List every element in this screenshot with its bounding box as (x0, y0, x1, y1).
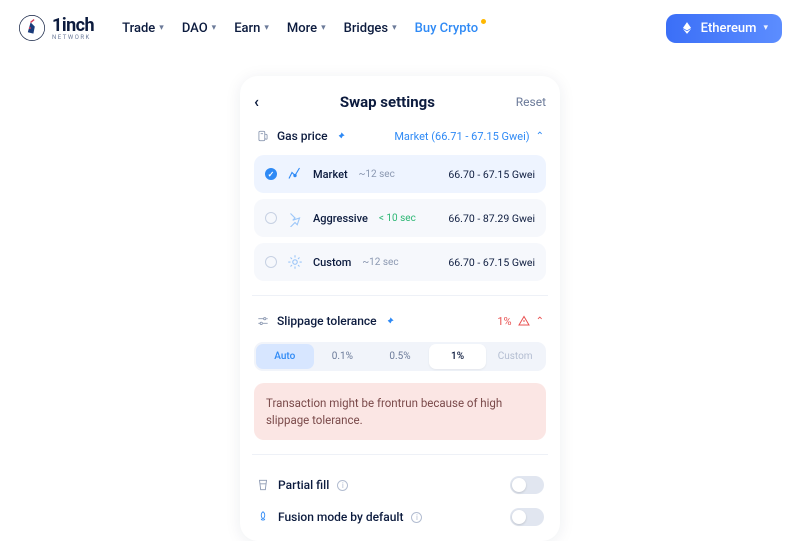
custom-icon (286, 253, 304, 271)
partial-fill-label: Partial fill (278, 478, 329, 492)
brand-logo[interactable]: 1inch NETWORK (18, 14, 94, 42)
panel-title: Swap settings (340, 93, 435, 111)
partial-fill-toggle[interactable] (510, 476, 544, 494)
nav-bridges[interactable]: Bridges▾ (344, 21, 397, 36)
slippage-0-1[interactable]: 0.1% (314, 344, 372, 369)
chevron-down-icon: ▾ (321, 23, 326, 33)
fusion-mode-label: Fusion mode by default (278, 510, 403, 524)
divider (252, 454, 548, 455)
sliders-icon (256, 314, 270, 328)
nav-dao[interactable]: DAO▾ (182, 21, 216, 36)
brand-subtitle: NETWORK (52, 34, 94, 41)
chevron-down-icon: ▾ (392, 23, 397, 33)
divider (252, 295, 548, 296)
brand-name: 1inch (52, 15, 94, 36)
nav-trade[interactable]: Trade▾ (122, 21, 164, 36)
market-icon (286, 165, 304, 183)
panel-header: ‹ Swap settings Reset (254, 92, 546, 111)
chevron-down-icon: ▾ (159, 23, 164, 33)
slippage-header[interactable]: Slippage tolerance 1% ⌃ (254, 310, 546, 332)
partial-fill-row: Partial fill i (254, 469, 546, 501)
gas-summary: Market (66.71 - 67.15 Gwei) (394, 130, 529, 143)
warning-icon (518, 315, 530, 327)
slippage-0-5[interactable]: 0.5% (371, 344, 429, 369)
chevron-down-icon: ▾ (264, 23, 269, 33)
fuel-icon (256, 129, 270, 143)
aggressive-icon (286, 209, 304, 227)
gas-label: Gas price (277, 129, 328, 143)
slippage-custom[interactable]: Custom (486, 344, 544, 369)
nav-earn[interactable]: Earn▾ (234, 21, 269, 36)
nav-left: 1inch NETWORK Trade▾ DAO▾ Earn▾ More▾ Br… (18, 14, 478, 42)
gas-options: Market ~12 sec 66.70 - 67.15 Gwei Aggres… (254, 155, 546, 281)
swap-settings-panel: ‹ Swap settings Reset Gas price Market (… (240, 76, 560, 541)
cup-icon (256, 478, 270, 492)
slippage-segmented: Auto 0.1% 0.5% 1% Custom (254, 342, 546, 371)
pin-icon[interactable] (335, 131, 346, 142)
network-label: Ethereum (701, 21, 757, 36)
reset-button[interactable]: Reset (516, 95, 546, 109)
frontrun-warning: Transaction might be frontrun because of… (254, 383, 546, 440)
fusion-icon (256, 510, 270, 524)
network-selector[interactable]: Ethereum ▾ (666, 14, 782, 43)
gas-option-market[interactable]: Market ~12 sec 66.70 - 67.15 Gwei (254, 155, 546, 193)
buy-crypto-link[interactable]: Buy Crypto (415, 21, 478, 36)
fusion-mode-toggle[interactable] (510, 508, 544, 526)
pin-icon[interactable] (384, 316, 395, 327)
fusion-mode-row: Fusion mode by default i (254, 501, 546, 533)
chevron-down-icon: ▾ (763, 23, 768, 33)
info-icon[interactable]: i (337, 480, 348, 491)
main-nav: Trade▾ DAO▾ Earn▾ More▾ Bridges▾ Buy Cry… (122, 21, 478, 36)
gas-price-header[interactable]: Gas price Market (66.71 - 67.15 Gwei) ⌃ (254, 125, 546, 147)
slippage-auto[interactable]: Auto (256, 344, 314, 369)
gas-option-custom[interactable]: Custom ~12 sec 66.70 - 67.15 Gwei (254, 243, 546, 281)
info-icon[interactable]: i (411, 512, 422, 523)
chevron-up-icon: ⌃ (536, 131, 544, 142)
ethereum-icon (680, 21, 694, 35)
back-button[interactable]: ‹ (254, 92, 259, 111)
slippage-value: 1% (497, 315, 511, 328)
slippage-label: Slippage tolerance (277, 314, 377, 328)
top-nav: 1inch NETWORK Trade▾ DAO▾ Earn▾ More▾ Br… (0, 0, 800, 56)
unicorn-icon (18, 14, 46, 42)
radio-icon (265, 256, 277, 268)
chevron-up-icon: ⌃ (536, 316, 544, 327)
nav-more[interactable]: More▾ (287, 21, 326, 36)
chevron-down-icon: ▾ (212, 23, 217, 33)
radio-icon (265, 212, 277, 224)
radio-selected-icon (265, 168, 277, 180)
slippage-1[interactable]: 1% (429, 344, 487, 369)
gas-option-aggressive[interactable]: Aggressive < 10 sec 66.70 - 87.29 Gwei (254, 199, 546, 237)
